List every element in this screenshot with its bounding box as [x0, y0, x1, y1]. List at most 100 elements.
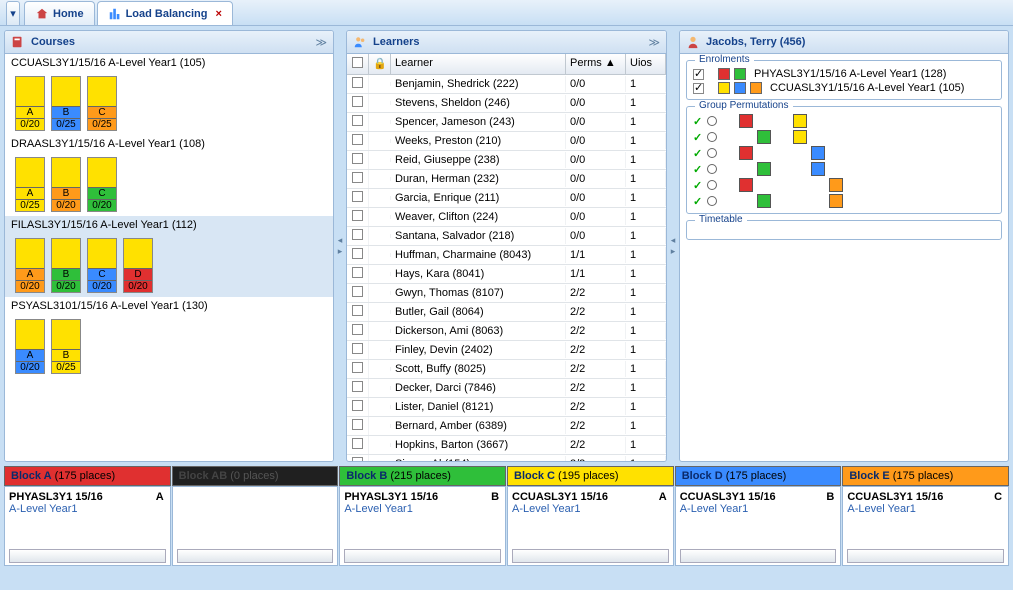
capacity-bar[interactable]: B0/25 [51, 319, 81, 374]
close-icon[interactable]: × [215, 8, 221, 20]
block-cell[interactable] [172, 486, 339, 566]
block-dropdown[interactable] [344, 549, 501, 563]
splitter[interactable]: ◂▸ [669, 30, 677, 462]
permutation-row[interactable]: ✓ [691, 129, 997, 145]
block-dropdown[interactable] [847, 549, 1004, 563]
row-checkbox[interactable] [347, 132, 369, 150]
block-header[interactable]: Block A (175 places) [4, 466, 171, 486]
learner-row[interactable]: Huffman, Charmaine (8043)1/11 [347, 246, 666, 265]
column-lock[interactable]: 🔒 [369, 54, 391, 74]
row-checkbox[interactable] [347, 75, 369, 93]
enrolment-row[interactable]: ✓PHYASL3Y1/15/16 A-Level Year1 (128) [691, 67, 997, 81]
block-header[interactable]: Block D (175 places) [675, 466, 842, 486]
column-perms[interactable]: Perms ▲ [566, 54, 626, 74]
column-learner[interactable]: Learner [391, 54, 566, 74]
row-checkbox[interactable] [347, 265, 369, 283]
learner-row[interactable]: Butler, Gail (8064)2/21 [347, 303, 666, 322]
tab-menu-dropdown[interactable]: ▾ [6, 1, 20, 25]
column-checkbox[interactable] [347, 54, 369, 74]
tab-load-balancing[interactable]: Load Balancing × [97, 1, 233, 25]
row-checkbox[interactable] [347, 455, 369, 461]
capacity-bar[interactable]: D0/20 [123, 238, 153, 293]
chevron-down-icon[interactable]: ≫ [315, 36, 327, 49]
row-checkbox[interactable] [347, 246, 369, 264]
permutation-radio[interactable] [707, 164, 717, 174]
block-header[interactable]: Block E (175 places) [842, 466, 1009, 486]
capacity-bar[interactable]: B0/20 [51, 157, 81, 212]
row-checkbox[interactable] [347, 417, 369, 435]
block-cell[interactable]: CCUASL3Y1 15/16A-Level Year1B [675, 486, 842, 566]
learner-row[interactable]: Duran, Herman (232)0/01 [347, 170, 666, 189]
learner-row[interactable]: Gwyn, Thomas (8107)2/21 [347, 284, 666, 303]
row-checkbox[interactable] [347, 360, 369, 378]
learner-row[interactable]: Reid, Giuseppe (238)0/01 [347, 151, 666, 170]
row-checkbox[interactable] [347, 436, 369, 454]
learner-row[interactable]: Dickerson, Ami (8063)2/21 [347, 322, 666, 341]
chevron-down-icon[interactable]: ≫ [648, 36, 660, 49]
row-checkbox[interactable] [347, 322, 369, 340]
block-header[interactable]: Block C (195 places) [507, 466, 674, 486]
row-checkbox[interactable] [347, 303, 369, 321]
learner-row[interactable]: Stevens, Sheldon (246)0/01 [347, 94, 666, 113]
permutation-row[interactable]: ✓ [691, 193, 997, 209]
learner-row[interactable]: Hays, Kara (8041)1/11 [347, 265, 666, 284]
permutation-row[interactable]: ✓ [691, 113, 997, 129]
learner-row[interactable]: Simon, Al (154)2/21 [347, 455, 666, 461]
permutation-radio[interactable] [707, 116, 717, 126]
row-checkbox[interactable] [347, 170, 369, 188]
block-dropdown[interactable] [512, 549, 669, 563]
course-group[interactable]: FILASL3Y1/15/16 A-Level Year1 (112)A0/20… [5, 216, 333, 297]
permutation-row[interactable]: ✓ [691, 177, 997, 193]
tab-home[interactable]: Home [24, 1, 95, 25]
courses-list[interactable]: CCUASL3Y1/15/16 A-Level Year1 (105)A0/20… [5, 54, 333, 461]
block-cell[interactable]: CCUASL3Y1 15/16A-Level Year1C [842, 486, 1009, 566]
block-dropdown[interactable] [680, 549, 837, 563]
permutation-row[interactable]: ✓ [691, 145, 997, 161]
block-cell[interactable]: PHYASL3Y1 15/16A-Level Year1A [4, 486, 171, 566]
permutation-row[interactable]: ✓ [691, 161, 997, 177]
learner-row[interactable]: Decker, Darci (7846)2/21 [347, 379, 666, 398]
row-checkbox[interactable] [347, 189, 369, 207]
row-checkbox[interactable] [347, 398, 369, 416]
capacity-bar[interactable]: C0/20 [87, 157, 117, 212]
capacity-bar[interactable]: C0/25 [87, 76, 117, 131]
splitter[interactable]: ◂▸ [336, 30, 344, 462]
learner-row[interactable]: Bernard, Amber (6389)2/21 [347, 417, 666, 436]
block-header[interactable]: Block AB (0 places) [172, 466, 339, 486]
block-cell[interactable]: CCUASL3Y1 15/16A-Level Year1A [507, 486, 674, 566]
capacity-bar[interactable]: B0/25 [51, 76, 81, 131]
learner-row[interactable]: Lister, Daniel (8121)2/21 [347, 398, 666, 417]
course-group[interactable]: DRAASL3Y1/15/16 A-Level Year1 (108)A0/25… [5, 135, 333, 216]
learner-row[interactable]: Spencer, Jameson (243)0/01 [347, 113, 666, 132]
learner-row[interactable]: Scott, Buffy (8025)2/21 [347, 360, 666, 379]
permutation-radio[interactable] [707, 148, 717, 158]
course-group[interactable]: CCUASL3Y1/15/16 A-Level Year1 (105)A0/20… [5, 54, 333, 135]
row-checkbox[interactable] [347, 151, 369, 169]
permutation-radio[interactable] [707, 180, 717, 190]
enrolment-checkbox[interactable]: ✓ [693, 69, 704, 80]
capacity-bar[interactable]: B0/20 [51, 238, 81, 293]
course-group[interactable]: PSYASL3101/15/16 A-Level Year1 (130)A0/2… [5, 297, 333, 378]
block-dropdown[interactable] [177, 549, 334, 563]
block-header[interactable]: Block B (215 places) [339, 466, 506, 486]
enrolment-checkbox[interactable]: ✓ [693, 83, 704, 94]
learner-row[interactable]: Weaver, Clifton (224)0/01 [347, 208, 666, 227]
learner-row[interactable]: Finley, Devin (2402)2/21 [347, 341, 666, 360]
capacity-bar[interactable]: A0/20 [15, 76, 45, 131]
column-uios[interactable]: Uios [626, 54, 666, 74]
learner-row[interactable]: Hopkins, Barton (3667)2/21 [347, 436, 666, 455]
row-checkbox[interactable] [347, 113, 369, 131]
capacity-bar[interactable]: A0/20 [15, 238, 45, 293]
learner-row[interactable]: Benjamin, Shedrick (222)0/01 [347, 75, 666, 94]
permutation-radio[interactable] [707, 132, 717, 142]
learner-row[interactable]: Santana, Salvador (218)0/01 [347, 227, 666, 246]
row-checkbox[interactable] [347, 284, 369, 302]
learner-row[interactable]: Weeks, Preston (210)0/01 [347, 132, 666, 151]
capacity-bar[interactable]: A0/25 [15, 157, 45, 212]
row-checkbox[interactable] [347, 94, 369, 112]
block-cell[interactable]: PHYASL3Y1 15/16A-Level Year1B [339, 486, 506, 566]
enrolment-row[interactable]: ✓CCUASL3Y1/15/16 A-Level Year1 (105) [691, 81, 997, 95]
capacity-bar[interactable]: A0/20 [15, 319, 45, 374]
row-checkbox[interactable] [347, 379, 369, 397]
block-dropdown[interactable] [9, 549, 166, 563]
